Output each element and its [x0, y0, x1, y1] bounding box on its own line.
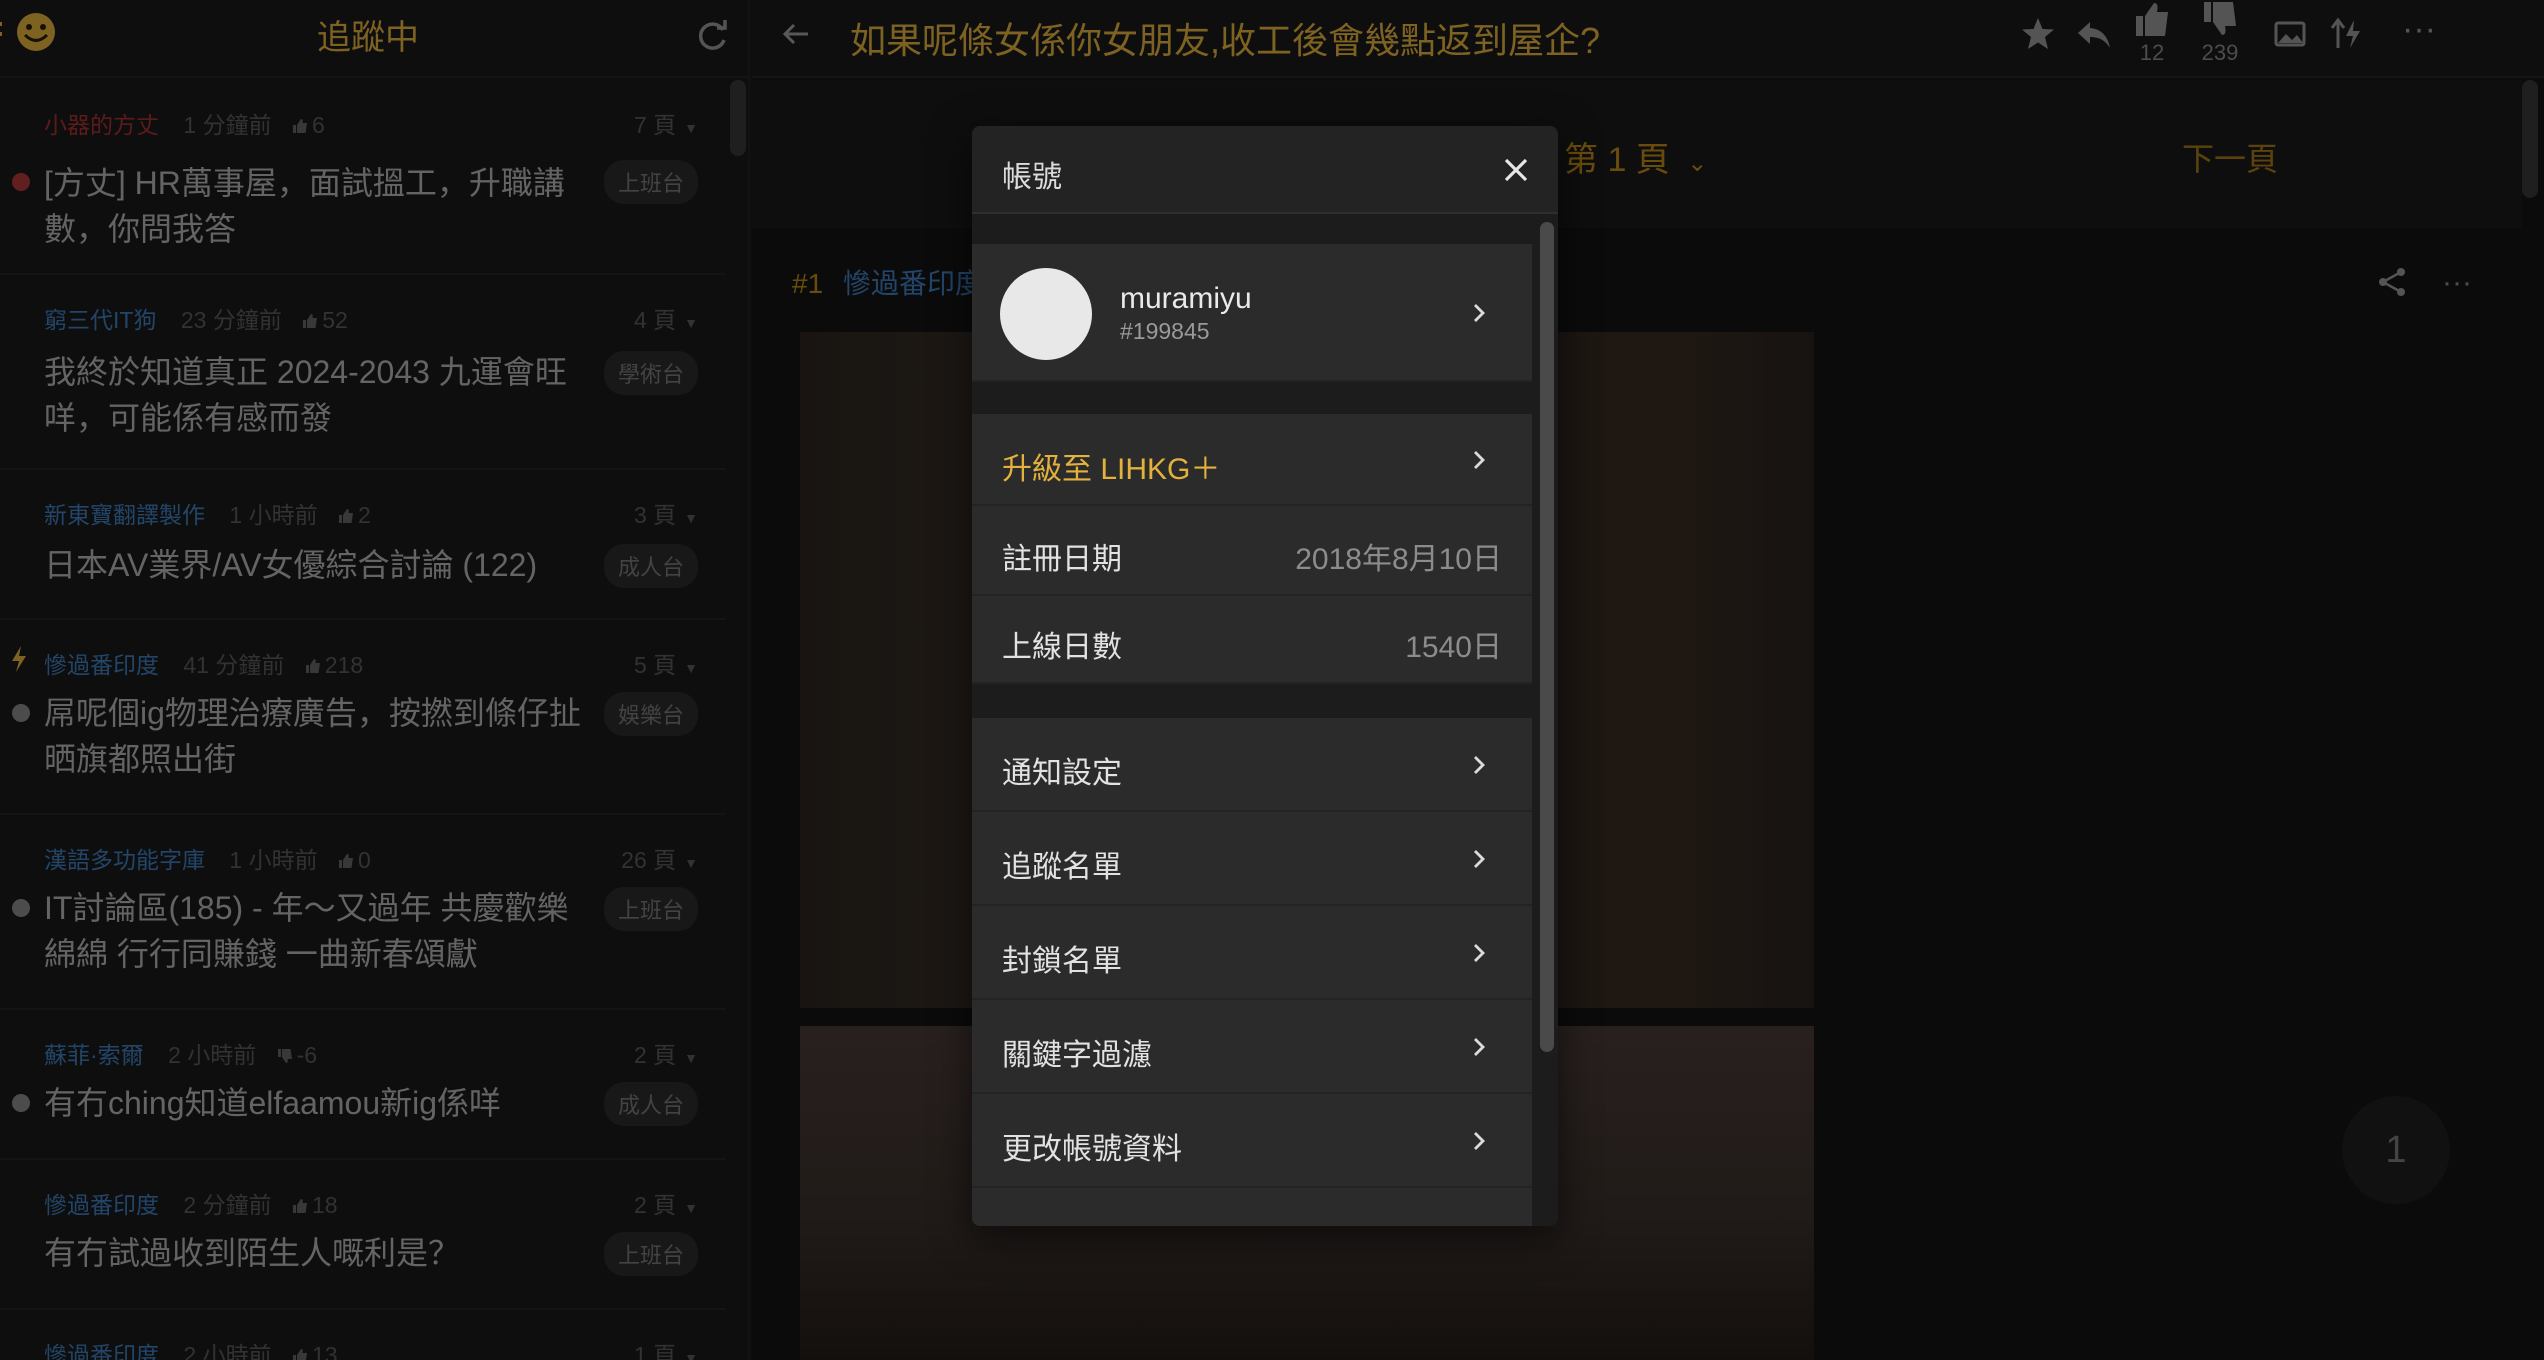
modal-scrollbar[interactable]: [1540, 222, 1554, 1052]
register-date-label: 註冊日期: [1002, 543, 1122, 576]
close-icon[interactable]: [1500, 154, 1532, 186]
chevron-right-icon: [1474, 944, 1485, 962]
register-date-value: 2018年8月10日: [1295, 543, 1502, 576]
chevron-right-icon: [1474, 304, 1485, 322]
menu-item-partial[interactable]: [972, 1188, 1532, 1226]
chevron-right-icon: [1474, 756, 1485, 774]
chevron-right-icon: [1474, 1132, 1485, 1150]
menu-item-label: 關鍵字過濾: [1002, 1039, 1152, 1072]
menu-item-notification-settings[interactable]: 通知設定: [972, 718, 1532, 812]
menu-item-label: 通知設定: [1002, 757, 1122, 790]
username: muramiyu: [1120, 282, 1252, 315]
chevron-right-icon: [1474, 1038, 1485, 1056]
modal-title: 帳號: [1002, 161, 1062, 194]
account-modal: 帳號 muramiyu #199845 升級至 LIHKG＋ 註冊日期 2018…: [972, 126, 1558, 1226]
profile-row[interactable]: muramiyu #199845: [972, 244, 1532, 382]
upgrade-row[interactable]: 升級至 LIHKG＋: [972, 414, 1532, 506]
menu-item-edit-account[interactable]: 更改帳號資料: [972, 1094, 1532, 1188]
upgrade-label: 升級至 LIHKG＋: [1002, 453, 1221, 486]
menu-item-block-list[interactable]: 封鎖名單: [972, 906, 1532, 1000]
chevron-right-icon: [1474, 850, 1485, 868]
register-date-row: 註冊日期 2018年8月10日: [972, 506, 1532, 596]
user-id: #199845: [1120, 318, 1210, 344]
avatar: [1000, 268, 1092, 360]
menu-item-label: 追蹤名單: [1002, 851, 1122, 884]
menu-item-label: 更改帳號資料: [1002, 1133, 1182, 1166]
chevron-right-icon: [1474, 451, 1485, 469]
menu-item-following-list[interactable]: 追蹤名單: [972, 812, 1532, 906]
menu-item-label: 封鎖名單: [1002, 945, 1122, 978]
online-days-row: 上線日數 1540日: [972, 596, 1532, 684]
online-days-label: 上線日數: [1002, 631, 1122, 664]
modal-header: 帳號: [972, 126, 1558, 214]
menu-item-keyword-filter[interactable]: 關鍵字過濾: [972, 1000, 1532, 1094]
online-days-value: 1540日: [1405, 631, 1502, 664]
